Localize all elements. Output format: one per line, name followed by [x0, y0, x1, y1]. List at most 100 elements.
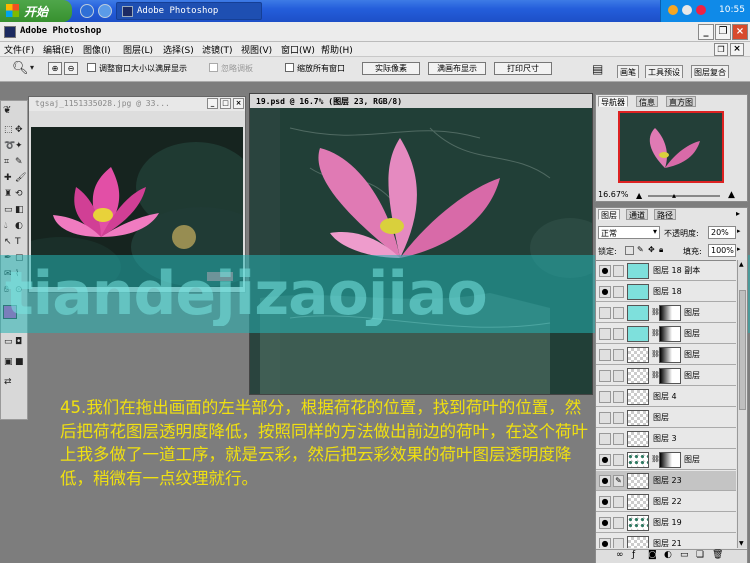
menu-layer[interactable]: 图层(L) — [123, 43, 153, 56]
file-browser-icon[interactable]: ▤ — [592, 62, 603, 76]
lock-all-icon[interactable]: 🔒︎ — [659, 245, 663, 255]
eraser-tool-icon[interactable]: ▭ — [4, 205, 13, 215]
link-slot[interactable] — [613, 286, 624, 298]
link-slot[interactable] — [613, 349, 624, 361]
ignore-palettes-checkbox[interactable] — [209, 63, 218, 72]
brush-tool-icon[interactable]: 🖌︎ — [15, 173, 26, 183]
link-slot[interactable] — [613, 391, 624, 403]
layer-row[interactable]: 图层 3 — [596, 429, 736, 449]
navigator-zoom-slider[interactable] — [648, 195, 720, 197]
eye-icon[interactable]: ● — [599, 475, 611, 487]
eye-icon[interactable] — [599, 391, 611, 403]
layer-row[interactable]: ● 图层 21 — [596, 534, 736, 548]
link-slot[interactable] — [613, 496, 624, 508]
crop-tool-icon[interactable]: ⌗ — [4, 157, 9, 167]
fill-input[interactable]: 100% — [708, 244, 736, 257]
zoom-in-mountain-icon[interactable]: ▲ — [728, 190, 735, 200]
doc-restore-button[interactable]: ❐ — [714, 43, 728, 56]
lasso-tool-icon[interactable]: ➰ — [4, 141, 15, 151]
tab-navigator[interactable]: 导航器 — [598, 96, 628, 107]
layer-row[interactable]: ⛓ 图层 — [596, 366, 736, 386]
healing-brush-icon[interactable]: ✚ — [4, 173, 12, 183]
marquee-tool-icon[interactable]: ⬚ — [4, 125, 13, 135]
palette-tab-tool-presets[interactable]: 工具预设 — [645, 65, 683, 78]
layer-style-icon[interactable]: ƒ — [632, 550, 635, 560]
link-slot[interactable] — [613, 538, 624, 548]
navigator-preview[interactable] — [618, 111, 724, 183]
delete-layer-icon[interactable]: 🗑︎ — [712, 550, 723, 560]
clone-stamp-icon[interactable]: ♜ — [4, 189, 12, 199]
doc1-minimize-button[interactable]: _ — [207, 98, 218, 109]
start-button[interactable]: 开始 — [0, 0, 72, 22]
brush-icon[interactable]: ✎ — [613, 475, 624, 487]
slice-tool-icon[interactable]: ✎ — [15, 157, 23, 167]
scroll-thumb[interactable] — [739, 290, 746, 410]
fill-slider-icon[interactable]: ▸ — [737, 245, 741, 253]
layer-row[interactable]: ● ✎ 图层 23 — [596, 471, 736, 491]
actual-pixels-button[interactable]: 实际像素 — [362, 62, 420, 75]
move-tool-icon[interactable]: ✥ — [15, 125, 23, 135]
tray-icon[interactable] — [682, 5, 692, 15]
zoom-in-icon[interactable]: ⊕ — [48, 62, 62, 75]
menu-help[interactable]: 帮助(H) — [321, 43, 353, 56]
dodge-tool-icon[interactable]: ◐ — [15, 221, 23, 231]
eye-icon[interactable] — [599, 433, 611, 445]
zoom-out-icon[interactable]: ⊖ — [64, 62, 78, 75]
tab-channels[interactable]: 通道 — [626, 209, 648, 220]
close-button[interactable]: × — [732, 24, 748, 40]
layer-row[interactable]: 图层 4 — [596, 387, 736, 407]
magic-wand-tool-icon[interactable]: ✦ — [15, 141, 23, 151]
eye-icon[interactable]: ● — [599, 517, 611, 529]
layer-row[interactable]: ● 图层 19 — [596, 513, 736, 533]
resize-window-checkbox[interactable] — [87, 63, 96, 72]
opacity-input[interactable]: 20% — [708, 226, 736, 239]
palette-tab-layer-comps[interactable]: 图层复合 — [691, 65, 729, 78]
add-mask-icon[interactable]: ◙ — [648, 550, 657, 560]
link-slot[interactable] — [613, 454, 624, 466]
layer-row[interactable]: ⛓ 图层 — [596, 324, 736, 344]
type-tool-icon[interactable]: T — [15, 237, 21, 247]
tab-paths[interactable]: 路径 — [654, 209, 676, 220]
adjustment-layer-icon[interactable]: ◐ — [664, 550, 672, 560]
history-brush-icon[interactable]: ⟲ — [15, 189, 23, 199]
link-slot[interactable] — [613, 433, 624, 445]
eye-icon[interactable]: ● — [599, 454, 611, 466]
link-layers-icon[interactable]: ∞ — [616, 550, 624, 560]
main-canvas[interactable] — [250, 108, 592, 394]
link-slot[interactable] — [613, 412, 624, 424]
link-slot[interactable] — [613, 370, 624, 382]
scroll-up-icon[interactable]: ▲ — [739, 261, 744, 268]
tab-histogram[interactable]: 直方图 — [666, 96, 696, 107]
eye-icon[interactable]: ● — [599, 286, 611, 298]
screen-mode-icon[interactable]: ▣ — [4, 357, 13, 367]
doc1-close-button[interactable]: × — [233, 98, 244, 109]
menu-image[interactable]: 图像(I) — [83, 43, 111, 56]
eye-icon[interactable]: ● — [599, 496, 611, 508]
zoom-out-mountain-icon[interactable]: ▲ — [636, 191, 642, 200]
link-slot[interactable] — [613, 517, 624, 529]
scroll-down-icon[interactable]: ▼ — [739, 540, 744, 547]
imageready-icon[interactable]: ⇄ — [4, 377, 12, 387]
link-slot[interactable] — [613, 265, 624, 277]
zoom-tool-icon[interactable]: 🔍︎ — [12, 61, 29, 76]
eye-icon[interactable] — [599, 370, 611, 382]
blur-tool-icon[interactable]: 💧︎ — [4, 221, 8, 231]
eye-icon[interactable] — [599, 307, 611, 319]
menu-file[interactable]: 文件(F) — [4, 43, 34, 56]
menu-window[interactable]: 窗口(W) — [281, 43, 315, 56]
eye-icon[interactable] — [599, 412, 611, 424]
layer-mask-thumbnail[interactable] — [659, 326, 681, 342]
blend-mode-select[interactable]: 正常 ▾ — [598, 226, 660, 239]
minimize-button[interactable]: _ — [698, 24, 714, 40]
chevron-down-icon[interactable]: ▾ — [30, 63, 34, 72]
print-size-button[interactable]: 打印尺寸 — [494, 62, 552, 75]
doc2-title[interactable]: 19.psd @ 16.7% (图层 23, RGB/8) — [250, 94, 592, 108]
layer-row[interactable]: ⛓ 图层 — [596, 303, 736, 323]
tray-icon[interactable] — [668, 5, 678, 15]
taskbar-photoshop-button[interactable]: Adobe Photoshop — [116, 2, 262, 20]
palette-tab-brushes[interactable]: 画笔 — [617, 65, 639, 78]
menu-filter[interactable]: 滤镜(T) — [202, 43, 233, 56]
new-group-icon[interactable]: ▭ — [680, 550, 689, 560]
layer-row[interactable]: ● 图层 18 — [596, 282, 736, 302]
layer-row[interactable]: ● 图层 18 副本 — [596, 261, 736, 281]
